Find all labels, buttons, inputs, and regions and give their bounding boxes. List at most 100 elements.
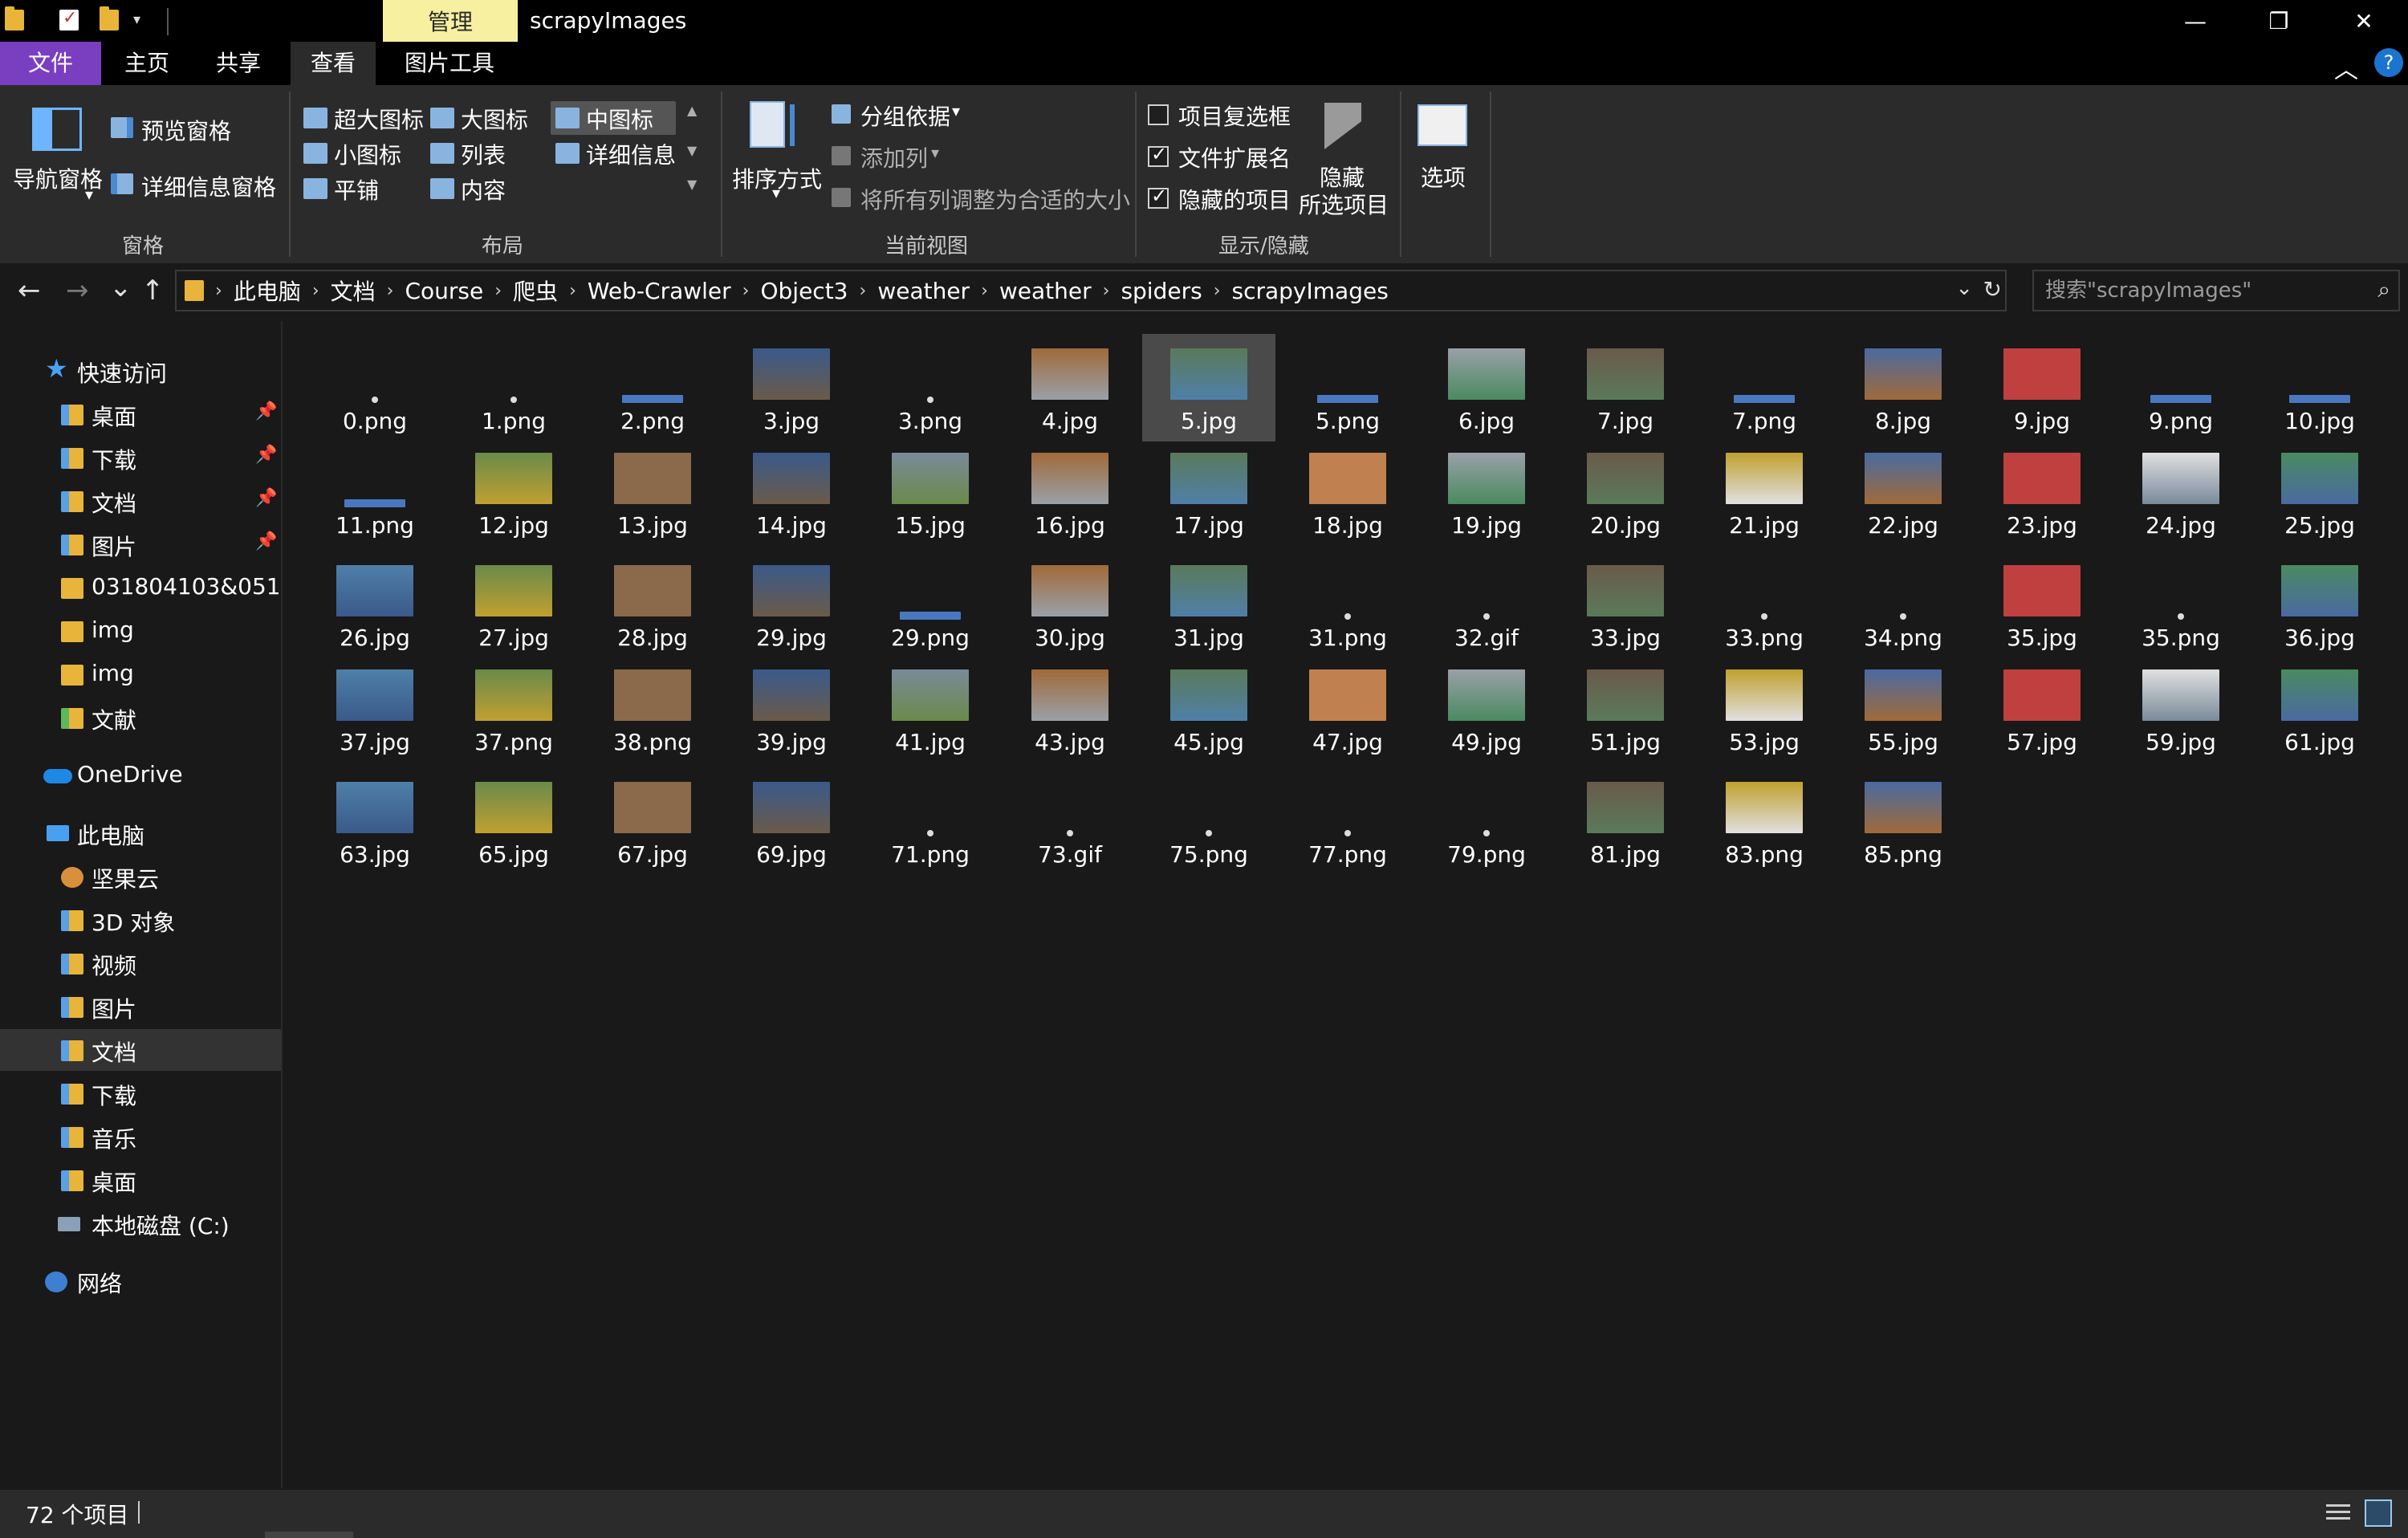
item-checkboxes-checkbox[interactable] <box>1148 104 1169 125</box>
file-item[interactable]: 7.png <box>1698 334 1831 441</box>
minimize-button[interactable]: — <box>2151 0 2239 42</box>
tab-manage[interactable]: 管理 <box>383 0 518 42</box>
tab-picture-tools[interactable]: 图片工具 <box>382 42 517 85</box>
navigation-pane-dropdown-icon[interactable]: ▾ <box>85 185 93 204</box>
sidebar-item-folder[interactable]: 031804103&051804 <box>0 567 281 608</box>
file-item[interactable]: 6.jpg <box>1420 334 1553 441</box>
file-item[interactable]: 20.jpg <box>1559 438 1692 546</box>
file-item[interactable]: 49.jpg <box>1420 655 1553 763</box>
close-button[interactable]: ✕ <box>2320 0 2408 42</box>
new-folder-icon[interactable] <box>100 6 119 31</box>
breadcrumb-separator[interactable]: › <box>569 281 576 301</box>
file-item[interactable]: 57.jpg <box>1975 655 2109 763</box>
sidebar-item-network[interactable]: 网络 <box>0 1260 281 1302</box>
breadcrumb-separator[interactable]: › <box>742 281 750 301</box>
breadcrumb-separator[interactable]: › <box>1103 281 1110 301</box>
sidebar-item-quick-access[interactable]: ★ 快速访问 <box>0 350 281 392</box>
breadcrumb-separator[interactable]: › <box>387 281 394 301</box>
back-button[interactable]: ← <box>18 275 41 307</box>
sidebar-item-documents-selected[interactable]: 文档 <box>0 1029 281 1071</box>
file-item[interactable]: 67.jpg <box>586 767 719 875</box>
breadcrumb-separator[interactable]: › <box>1214 281 1221 301</box>
sidebar-item-pictures[interactable]: 图片 📌 <box>0 523 281 565</box>
file-item[interactable]: 16.jpg <box>1003 438 1137 546</box>
file-item[interactable]: 79.png <box>1420 767 1553 875</box>
collapse-ribbon-icon[interactable]: ︿ <box>2334 50 2358 85</box>
sidebar-item-music[interactable]: 音乐 <box>0 1116 281 1158</box>
address-bar[interactable]: › 此电脑 › 文档 › Course › 爬虫 › Web-Crawler ›… <box>175 270 2007 311</box>
file-item[interactable]: 31.jpg <box>1142 551 1275 658</box>
file-item[interactable]: 25.jpg <box>2253 438 2386 546</box>
file-item[interactable]: 37.png <box>447 655 580 763</box>
file-item[interactable]: 8.jpg <box>1837 334 1970 441</box>
file-item[interactable]: 21.jpg <box>1698 438 1831 546</box>
up-button[interactable]: ↑ <box>141 275 165 307</box>
file-item[interactable]: 1.png <box>447 334 580 441</box>
file-item[interactable]: 0.png <box>308 334 441 441</box>
address-history-dropdown-icon[interactable]: ⌄ <box>1955 276 1973 300</box>
sidebar-item-desktop[interactable]: 桌面 <box>0 1159 281 1201</box>
layout-small-icons[interactable]: 小图标 <box>299 136 419 170</box>
breadcrumb-separator[interactable]: › <box>215 281 222 301</box>
file-item[interactable]: 15.jpg <box>864 438 997 546</box>
file-item[interactable]: 10.jpg <box>2253 334 2386 441</box>
sidebar-item-this-pc[interactable]: 此电脑 <box>0 812 281 854</box>
file-item[interactable]: 45.jpg <box>1142 655 1275 763</box>
file-item[interactable]: 5.jpg <box>1142 334 1275 441</box>
file-item[interactable]: 4.jpg <box>1003 334 1137 441</box>
file-item[interactable]: 31.png <box>1281 551 1414 658</box>
group-by-button[interactable]: 分组依据 <box>860 100 950 132</box>
file-item[interactable]: 55.jpg <box>1837 655 1970 763</box>
file-item[interactable]: 34.png <box>1837 551 1970 658</box>
sidebar-item-downloads[interactable]: 下载 📌 <box>0 437 281 478</box>
file-item[interactable]: 81.jpg <box>1559 767 1692 875</box>
file-item[interactable]: 36.jpg <box>2253 551 2386 658</box>
file-item[interactable]: 23.jpg <box>1975 438 2109 546</box>
tab-view[interactable]: 查看 <box>291 42 376 85</box>
file-extensions-checkbox[interactable] <box>1148 143 1169 167</box>
file-item[interactable]: 85.png <box>1837 767 1970 875</box>
file-item[interactable]: 5.png <box>1281 334 1414 441</box>
sidebar-item-papers[interactable]: 文献 <box>0 697 281 738</box>
breadcrumb-separator[interactable]: › <box>981 281 988 301</box>
horizontal-scrollbar[interactable] <box>265 1532 353 1538</box>
forward-button[interactable]: → <box>66 275 89 307</box>
add-columns-dropdown-icon[interactable]: ▾ <box>931 143 939 162</box>
layout-expand-icon[interactable]: ▼ <box>687 177 697 192</box>
sidebar-item-3d-objects[interactable]: 3D 对象 <box>0 899 281 941</box>
file-item[interactable]: 35.png <box>2114 551 2247 658</box>
file-item[interactable]: 37.jpg <box>308 655 441 763</box>
sidebar-item-pictures[interactable]: 图片 <box>0 986 281 1027</box>
file-item[interactable]: 26.jpg <box>308 551 441 658</box>
sidebar-item-img[interactable]: img <box>0 653 281 695</box>
sidebar-item-videos[interactable]: 视频 <box>0 942 281 984</box>
file-item[interactable]: 51.jpg <box>1559 655 1692 763</box>
breadcrumb-separator[interactable]: › <box>494 281 502 301</box>
add-columns-button[interactable]: 添加列 <box>860 141 928 173</box>
file-item[interactable]: 61.jpg <box>2253 655 2386 763</box>
pin-icon[interactable]: 📌 <box>255 531 277 551</box>
file-item[interactable]: 35.jpg <box>1975 551 2109 658</box>
file-item[interactable]: 59.jpg <box>2114 655 2247 763</box>
file-item[interactable]: 24.jpg <box>2114 438 2247 546</box>
file-item[interactable]: 17.jpg <box>1142 438 1275 546</box>
file-item[interactable]: 27.jpg <box>447 551 580 658</box>
sidebar-item-onedrive[interactable]: OneDrive <box>0 755 281 796</box>
pin-icon[interactable]: 📌 <box>255 401 277 421</box>
file-item[interactable]: 53.jpg <box>1698 655 1831 763</box>
details-pane-button[interactable]: 详细信息窗格 <box>141 170 276 202</box>
layout-list[interactable]: 列表 <box>425 136 546 170</box>
file-item[interactable]: 18.jpg <box>1281 438 1414 546</box>
file-item[interactable]: 29.png <box>864 551 997 658</box>
breadcrumb-separator[interactable]: › <box>312 281 319 301</box>
file-item[interactable]: 11.png <box>308 438 441 546</box>
file-item[interactable]: 12.jpg <box>447 438 580 546</box>
file-item[interactable]: 22.jpg <box>1837 438 1970 546</box>
file-item[interactable]: 73.gif <box>1003 767 1137 875</box>
breadcrumb-item-current[interactable]: scrapyImages <box>1232 278 1389 304</box>
layout-content[interactable]: 内容 <box>425 172 546 205</box>
file-item[interactable]: 3.png <box>864 334 997 441</box>
file-item[interactable]: 65.jpg <box>447 767 580 875</box>
file-item[interactable]: 71.png <box>864 767 997 875</box>
file-item[interactable]: 63.jpg <box>308 767 441 875</box>
